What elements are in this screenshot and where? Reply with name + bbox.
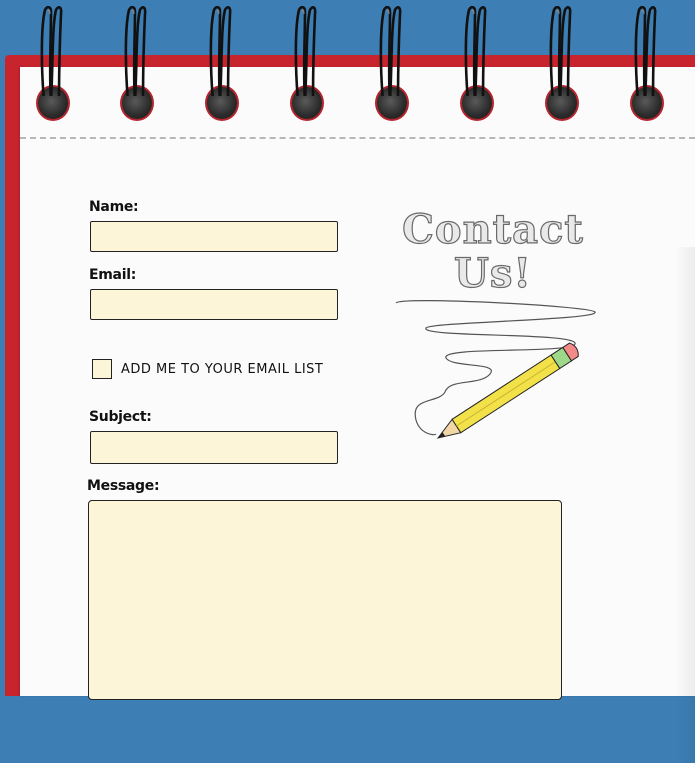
contact-us-heading: Contact Us! <box>398 206 588 297</box>
email-list-checkbox[interactable] <box>92 359 112 379</box>
spiral-ring-icon <box>124 6 147 96</box>
heading-line-2: Us! <box>453 250 532 297</box>
page-perforation <box>20 137 695 139</box>
spiral-ring-icon <box>379 6 402 96</box>
name-label: Name: <box>89 199 139 215</box>
page-curl-shadow <box>675 247 695 763</box>
email-list-checkbox-label: Add me to your email list <box>121 362 324 377</box>
message-label: Message: <box>87 478 160 494</box>
pencil-scribble <box>395 300 596 436</box>
spiral-ring-icon <box>549 6 572 96</box>
heading-line-1: Contact <box>401 206 584 253</box>
spiral-ring-icon <box>294 6 317 96</box>
spiral-ring-icon <box>209 6 232 96</box>
name-field[interactable] <box>90 221 338 252</box>
email-label: Email: <box>89 267 136 283</box>
spiral-ring-icon <box>40 6 63 96</box>
spiral-ring-icon <box>464 6 487 96</box>
pencil-icon <box>395 300 596 439</box>
subject-label: Subject: <box>89 409 152 425</box>
subject-field[interactable] <box>90 431 338 464</box>
spiral-ring-icon <box>634 6 657 96</box>
email-field[interactable] <box>90 289 338 320</box>
message-field[interactable] <box>88 500 562 700</box>
